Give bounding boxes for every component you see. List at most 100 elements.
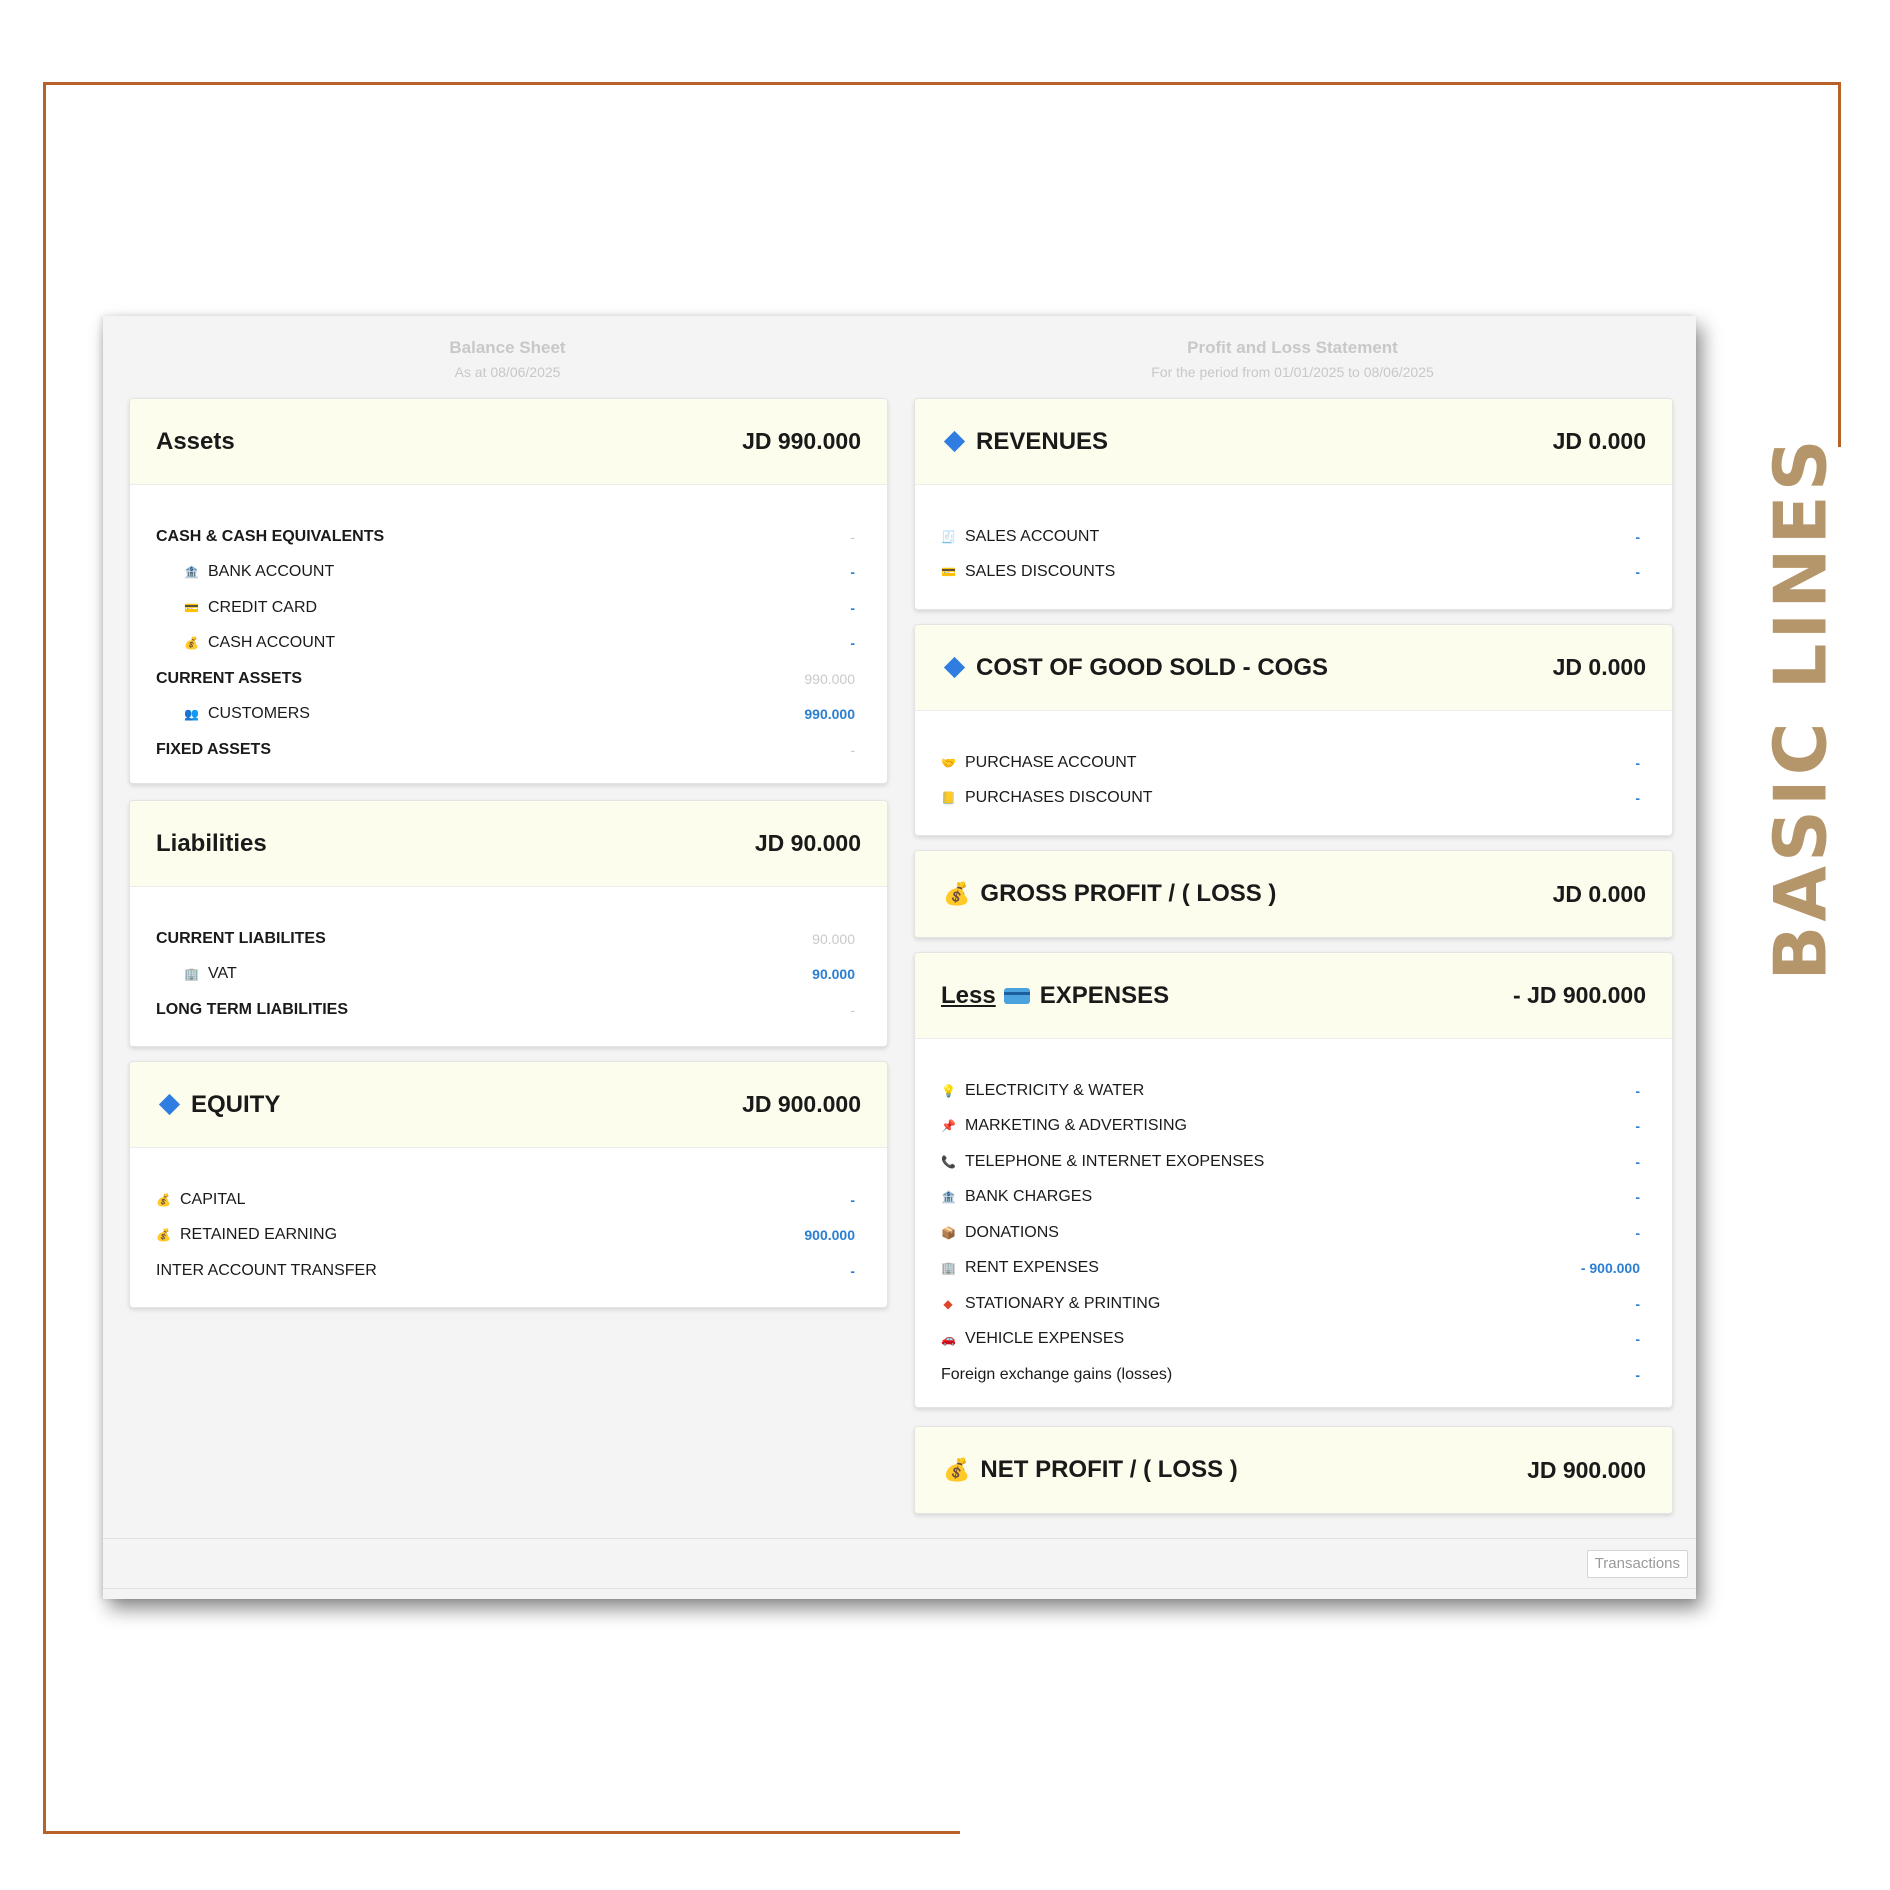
- account-row[interactable]: 🏦 BANK CHARGES -: [941, 1180, 1646, 1216]
- account-row[interactable]: FIXED ASSETS -: [156, 732, 861, 768]
- row-label: MARKETING & ADVERTISING: [965, 1117, 1187, 1135]
- assets-header: Assets JD 990.000: [130, 399, 887, 485]
- frame-right-line: [1838, 82, 1841, 447]
- handshake-icon: 🤝: [941, 755, 956, 770]
- revenues-rows: 🧾 SALES ACCOUNT - 💳 SALES DISCOUNTS -: [915, 485, 1672, 590]
- account-row[interactable]: 👥 CUSTOMERS 990.000: [156, 697, 861, 733]
- frame-left-line: [43, 82, 46, 1834]
- net-profit-title: NET PROFIT / ( LOSS ): [980, 1456, 1238, 1483]
- cogs-amount: JD 0.000: [1552, 654, 1646, 680]
- account-row[interactable]: 💳 SALES DISCOUNTS -: [941, 555, 1646, 591]
- less-label: Less: [941, 981, 996, 1009]
- row-label: INTER ACCOUNT TRANSFER: [156, 1261, 377, 1279]
- money-bag-icon: 💰: [943, 1457, 971, 1482]
- row-label: CURRENT ASSETS: [156, 669, 303, 687]
- gross-profit-title: GROSS PROFIT / ( LOSS ): [980, 880, 1277, 907]
- account-row[interactable]: 🏢 VAT 90.000: [156, 957, 861, 993]
- equity-rows: 💰 CAPITAL - 💰 RETAINED EARNING 900.000 INTER…: [130, 1148, 887, 1289]
- report-window: Balance Sheet As at 08/06/2025 Profit an…: [103, 316, 1696, 1599]
- diamond-icon: [943, 430, 966, 453]
- frame-bottom-line: [43, 1831, 960, 1834]
- money-bag-icon: 💰: [184, 636, 199, 651]
- row-value: -: [1635, 1118, 1640, 1135]
- net-profit-header: 💰 NET PROFIT / ( LOSS ) JD 900.000: [915, 1427, 1672, 1513]
- row-value: -: [850, 635, 855, 652]
- profit-loss-header: Profit and Loss Statement For the period…: [914, 338, 1671, 380]
- gross-profit-card: 💰 GROSS PROFIT / ( LOSS ) JD 0.000: [914, 850, 1673, 938]
- revenues-header: REVENUES JD 0.000: [915, 399, 1672, 485]
- account-row[interactable]: 💰 RETAINED EARNING 900.000: [156, 1218, 861, 1254]
- liabilities-title: Liabilities: [156, 829, 267, 857]
- profit-loss-title: Profit and Loss Statement: [1187, 338, 1398, 357]
- row-value: 990.000: [804, 670, 855, 687]
- account-row[interactable]: CURRENT ASSETS 990.000: [156, 661, 861, 697]
- window-footer: Transactions: [103, 1538, 1696, 1589]
- row-label: BANK CHARGES: [965, 1188, 1093, 1206]
- row-label: DONATIONS: [965, 1223, 1059, 1241]
- diamond-icon: [158, 1093, 181, 1116]
- equity-card: EQUITY JD 900.000 💰 CAPITAL - 💰 RETAINED EA…: [129, 1061, 888, 1308]
- row-value: 90.000: [812, 966, 855, 983]
- money-bag-icon: 💰: [156, 1192, 171, 1207]
- expenses-card: Less EXPENSES - JD 900.000 💡 ELECTRICITY &…: [914, 952, 1673, 1408]
- revenues-amount: JD 0.000: [1552, 428, 1646, 454]
- row-value: -: [1635, 1366, 1640, 1383]
- account-row[interactable]: 📞 TELEPHONE & INTERNET EXOPENSES -: [941, 1144, 1646, 1180]
- balance-sheet-header: Balance Sheet As at 08/06/2025: [129, 338, 886, 380]
- row-label: CAPITAL: [180, 1190, 246, 1208]
- row-label: SALES DISCOUNTS: [965, 563, 1116, 581]
- row-value: - 900.000: [1580, 1260, 1640, 1277]
- account-row[interactable]: CASH & CASH EQUIVALENTS -: [156, 519, 861, 555]
- row-value: -: [1635, 790, 1640, 807]
- account-row[interactable]: 🏢 RENT EXPENSES - 900.000: [941, 1251, 1646, 1287]
- row-value: -: [850, 528, 855, 545]
- gross-profit-header: 💰 GROSS PROFIT / ( LOSS ) JD 0.000: [915, 851, 1672, 937]
- row-value: -: [850, 564, 855, 581]
- building-icon: 🏢: [941, 1261, 956, 1276]
- money-bag-icon: 💰: [156, 1228, 171, 1243]
- account-row[interactable]: 🧾 SALES ACCOUNT -: [941, 519, 1646, 555]
- row-value: -: [850, 1262, 855, 1279]
- assets-card: Assets JD 990.000 CASH & CASH EQUIVALENT…: [129, 398, 888, 784]
- account-row[interactable]: INTER ACCOUNT TRANSFER -: [156, 1253, 861, 1289]
- account-row[interactable]: 📦 DONATIONS -: [941, 1215, 1646, 1251]
- equity-amount: JD 900.000: [742, 1091, 861, 1117]
- account-row[interactable]: 💰 CAPITAL -: [156, 1182, 861, 1218]
- expenses-header: Less EXPENSES - JD 900.000: [915, 953, 1672, 1039]
- account-row[interactable]: 💳 CREDIT CARD -: [156, 590, 861, 626]
- row-value: -: [1635, 564, 1640, 581]
- building-icon: 🏢: [184, 967, 199, 982]
- account-row[interactable]: LONG TERM LIABILITIES -: [156, 992, 861, 1028]
- account-row[interactable]: 💰 CASH ACCOUNT -: [156, 626, 861, 662]
- account-row[interactable]: CURRENT LIABILITES 90.000: [156, 921, 861, 957]
- receipt-icon: 🧾: [941, 529, 956, 544]
- account-row[interactable]: 📌 MARKETING & ADVERTISING -: [941, 1109, 1646, 1145]
- account-row[interactable]: 📒 PURCHASES DISCOUNT -: [941, 781, 1646, 817]
- row-label: SALES ACCOUNT: [965, 527, 1100, 545]
- cogs-title: COST OF GOOD SOLD - COGS: [976, 653, 1329, 681]
- liabilities-card: Liabilities JD 90.000 CURRENT LIABILITES…: [129, 800, 888, 1047]
- row-value: -: [1635, 1153, 1640, 1170]
- cogs-header: COST OF GOOD SOLD - COGS JD 0.000: [915, 625, 1672, 711]
- box-icon: 📦: [941, 1225, 956, 1240]
- account-row[interactable]: 🏦 BANK ACCOUNT -: [156, 555, 861, 591]
- row-label: CURRENT LIABILITES: [156, 929, 326, 947]
- transactions-button[interactable]: Transactions: [1586, 1550, 1688, 1578]
- account-row[interactable]: 🤝 PURCHASE ACCOUNT -: [941, 745, 1646, 781]
- net-profit-amount: JD 900.000: [1527, 1456, 1646, 1483]
- row-value: -: [850, 1191, 855, 1208]
- account-row[interactable]: ◆ STATIONARY & PRINTING -: [941, 1286, 1646, 1322]
- pin-icon: 📌: [941, 1119, 956, 1134]
- row-value: -: [850, 599, 855, 616]
- account-row[interactable]: Foreign exchange gains (losses) -: [941, 1357, 1646, 1393]
- account-row[interactable]: 💡 ELECTRICITY & WATER -: [941, 1073, 1646, 1109]
- liabilities-rows: CURRENT LIABILITES 90.000 🏢 VAT 90.000 LONG…: [130, 887, 887, 1028]
- row-label: CUSTOMERS: [208, 705, 310, 723]
- row-label: TELEPHONE & INTERNET EXOPENSES: [965, 1152, 1265, 1170]
- revenues-card: REVENUES JD 0.000 🧾 SALES ACCOUNT - 💳 SALES…: [914, 398, 1673, 610]
- account-row[interactable]: 🚗 VEHICLE EXPENSES -: [941, 1322, 1646, 1358]
- balance-sheet-subtitle: As at 08/06/2025: [454, 364, 561, 380]
- row-value: -: [1635, 1295, 1640, 1312]
- cogs-rows: 🤝 PURCHASE ACCOUNT - 📒 PURCHASES DISCOUNT -: [915, 711, 1672, 816]
- assets-amount: JD 990.000: [742, 428, 861, 454]
